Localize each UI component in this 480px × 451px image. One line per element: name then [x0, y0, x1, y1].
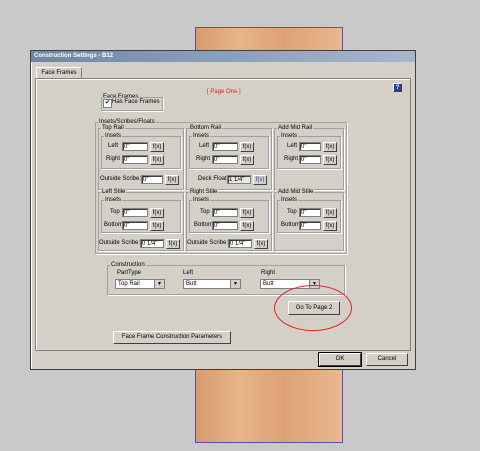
right-stile-outside-scribe-fx-button[interactable]: f(x) [254, 239, 268, 249]
top-rail-insets-label: Insets [104, 133, 123, 139]
top-rail-right-fx-button[interactable]: f(x) [150, 155, 164, 165]
add-mid-rail-left-input[interactable]: 0" [299, 142, 321, 151]
construction-group-label: Construction [110, 262, 146, 268]
add-mid-stile-bottom-label: Bottom [281, 222, 301, 228]
right-stile-top-input[interactable]: 0" [212, 208, 238, 217]
left-stile-label: Left Stile [101, 189, 127, 195]
top-rail-left-label: Left [108, 143, 119, 149]
help-icon: ? [395, 85, 400, 91]
bottom-rail-right-input[interactable]: 0" [212, 155, 238, 164]
right-stile-insets-label: Insets [192, 197, 211, 203]
parttype-label: PartType [117, 270, 142, 276]
deck-float-label: Deck Float: [198, 176, 229, 182]
add-mid-stile-label: Add Mid Stile [277, 189, 315, 195]
left-stile-top-input[interactable]: 0" [122, 208, 148, 217]
chevron-down-icon: ▼ [230, 280, 240, 288]
bottom-rail-label: Bottom Rail [189, 125, 223, 131]
bottom-rail-left-fx-button[interactable]: f(x) [240, 142, 254, 152]
right-stile-bottom-input[interactable]: 0" [212, 221, 238, 230]
left-stile-outside-scribe-fx-button[interactable]: f(x) [166, 239, 180, 249]
left-stile-top-label: Top [110, 209, 120, 215]
add-mid-rail-right-fx-button[interactable]: f(x) [323, 155, 337, 165]
left-stile-outside-scribe-label: Outside Scribe: [99, 240, 141, 246]
add-mid-stile-top-fx-button[interactable]: f(x) [323, 208, 337, 218]
add-mid-stile-top-label: Top [287, 209, 297, 215]
construction-right-label: Right [261, 270, 276, 276]
add-mid-stile-bottom-input[interactable]: 0" [299, 221, 321, 230]
top-rail-right-label: Right [106, 156, 121, 162]
bottom-rail-right-fx-button[interactable]: f(x) [240, 155, 254, 165]
left-stile-bottom-fx-button[interactable]: f(x) [150, 221, 164, 231]
bottom-rail-right-label: Right [196, 156, 211, 162]
top-rail-outside-scribe-fx-button[interactable]: f(x) [165, 175, 179, 185]
right-stile-label: Right Stile [189, 189, 219, 195]
top-rail-left-fx-button[interactable]: f(x) [150, 142, 164, 152]
left-stile-insets-label: Insets [104, 197, 123, 203]
bottom-rail-left-label: Left [199, 143, 210, 149]
construction-settings-dialog: Construction Settings - B12 Face Frames … [30, 50, 416, 370]
help-button[interactable]: ? [393, 83, 402, 92]
top-rail-label: Top Rail [101, 125, 125, 131]
top-rail-outside-scribe-label: Outside Scribe: [100, 176, 142, 182]
dialog-title: Construction Settings - B12 [31, 51, 415, 62]
deck-float-fx-button[interactable]: f(x) [253, 175, 267, 185]
go-to-page-2-button[interactable]: Go To Page 2 [288, 301, 340, 315]
left-stile-bottom-label: Bottom [104, 222, 124, 228]
top-rail-outside-scribe-input[interactable]: 0" [141, 175, 163, 184]
add-mid-rail-insets-label: Insets [280, 133, 299, 139]
left-stile-top-fx-button[interactable]: f(x) [150, 208, 164, 218]
add-mid-rail-left-label: Left [287, 143, 298, 149]
add-mid-rail-left-fx-button[interactable]: f(x) [323, 142, 337, 152]
has-face-frames-checkbox[interactable]: ✔ [103, 99, 112, 108]
right-stile-top-label: Top [200, 209, 210, 215]
construction-left-label: Left [183, 270, 194, 276]
right-stile-bottom-fx-button[interactable]: f(x) [240, 221, 254, 231]
top-rail-left-input[interactable]: 0" [122, 142, 148, 151]
right-stile-top-fx-button[interactable]: f(x) [240, 208, 254, 218]
add-mid-stile-insets-label: Insets [280, 197, 299, 203]
bottom-rail-insets-group [189, 136, 269, 169]
ok-button[interactable]: OK [318, 352, 362, 367]
right-stile-outside-scribe-input[interactable]: 0 1/4" [228, 239, 252, 248]
parttype-select[interactable]: Top Rail ▼ [115, 279, 165, 289]
left-stile-outside-scribe-input[interactable]: 0 1/4" [140, 239, 164, 248]
construction-left-value: Butt [186, 281, 197, 287]
parttype-value: Top Rail [118, 281, 140, 287]
construction-left-select[interactable]: Butt ▼ [183, 279, 241, 289]
cabinet-bottom-panel [195, 368, 343, 443]
construction-right-value: Butt [263, 281, 274, 287]
top-rail-insets-group [101, 136, 181, 169]
add-mid-rail-right-input[interactable]: 0" [299, 155, 321, 164]
left-stile-bottom-input[interactable]: 0" [122, 221, 148, 230]
right-stile-bottom-label: Bottom [194, 222, 214, 228]
has-face-frames-label: Has Face Frames [112, 99, 160, 105]
bottom-rail-left-input[interactable]: 0" [212, 142, 238, 151]
add-mid-rail-label: Add Mid Rail [277, 125, 314, 131]
add-mid-stile-top-input[interactable]: 0" [299, 208, 321, 217]
bottom-rail-insets-label: Insets [192, 133, 211, 139]
right-stile-outside-scribe-label: Outside Scribe: [187, 240, 229, 246]
top-rail-right-input[interactable]: 0" [122, 155, 148, 164]
cancel-button[interactable]: Cancel [366, 353, 408, 366]
add-mid-stile-bottom-fx-button[interactable]: f(x) [323, 221, 337, 231]
face-frame-construction-parameters-button[interactable]: Face Frame Construction Parameters [113, 331, 231, 344]
chevron-down-icon: ▼ [154, 280, 164, 288]
add-mid-rail-right-label: Right [284, 156, 299, 162]
deck-float-input[interactable]: 1 1/4" [227, 175, 251, 184]
page-heading: [ Page One ] [207, 89, 241, 95]
